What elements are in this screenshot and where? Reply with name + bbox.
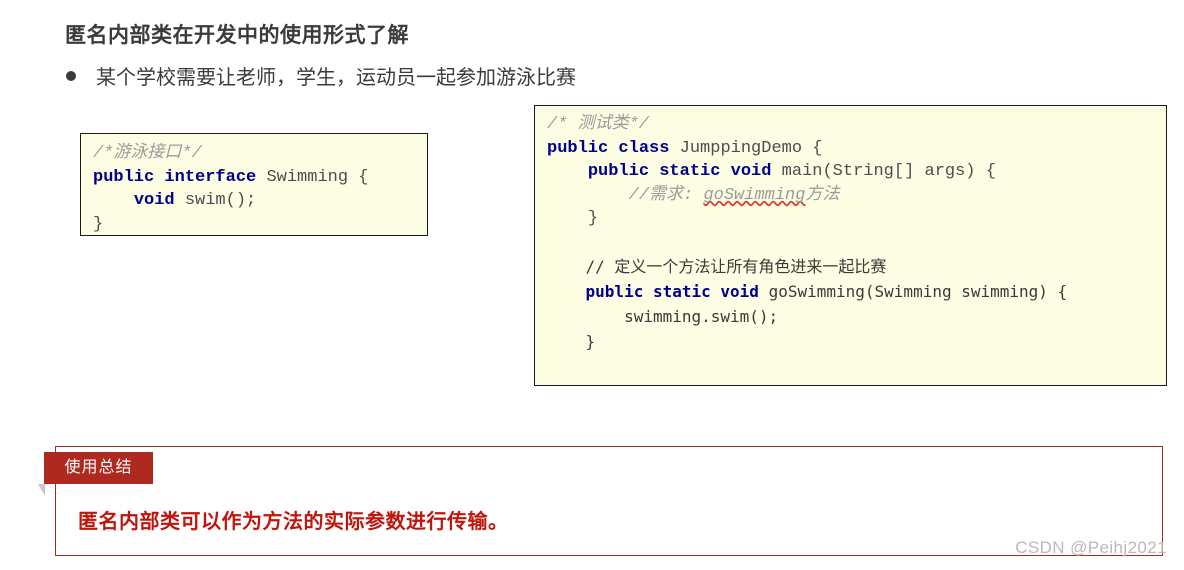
code-comment-prefix: //需求: (628, 185, 704, 205)
watermark: CSDN @Peihj2021 (1015, 538, 1167, 557)
keyword-interface: interface (164, 167, 257, 187)
bullet-item-label: 某个学校需要让老师，学生，运动员一起参加游泳比赛 (96, 67, 576, 89)
code-identifier: goSwimming(Swimming swimming) { (758, 282, 1068, 301)
code-line: } (93, 213, 417, 236)
keyword-static: static (659, 162, 721, 181)
keyword-class: class (618, 138, 670, 158)
code-line: /*游泳接口*/ (93, 142, 417, 166)
code-line: //需求: goSwimming方法 (547, 184, 1156, 208)
code-line: public class JumppingDemo { (547, 137, 1156, 161)
keyword-public: public (587, 162, 650, 181)
code-line: } (547, 379, 1156, 385)
keyword-public: public (585, 282, 644, 301)
code-block-demo-class: /* 测试类*/ public class JumppingDemo { pub… (534, 105, 1167, 386)
code-comment-misspelled-word: goSwimming (703, 185, 806, 205)
summary-body-text: 匿名内部类可以作为方法的实际参数进行传输。 (78, 511, 509, 533)
code-identifier: Swimming { (256, 167, 369, 187)
keyword-void: void (133, 191, 175, 210)
keyword-static: static (652, 282, 711, 301)
code-line: } (547, 207, 1156, 231)
summary-tab-label: 使用总结 (44, 452, 153, 484)
code-comment: //需求: goSwimming方法 (629, 186, 840, 205)
bullet-dot-icon (66, 70, 76, 81)
code-comment-suffix: 方法 (805, 185, 840, 205)
code-line: // 定义一个方法让所有角色进来一起比赛 (547, 254, 1156, 279)
code-line: public static void goSwimming(Swimming s… (547, 279, 1156, 304)
code-brace: } (587, 209, 599, 228)
keyword-void: void (720, 282, 759, 301)
code-comment: /* 测试类*/ (547, 115, 650, 134)
summary-tab-shadow (38, 484, 45, 496)
code-line: void swim(); (93, 189, 417, 213)
code-statement: swimming.swim(); (624, 307, 779, 326)
summary-panel (55, 446, 1163, 556)
code-line: public interface Swimming { (93, 166, 417, 190)
code-identifier: JumppingDemo { (669, 138, 823, 158)
code-block-interface: /*游泳接口*/ public interface Swimming { voi… (80, 133, 428, 236)
code-identifier: swim(); (174, 191, 257, 210)
code-line: public static void main(String[] args) { (547, 160, 1156, 184)
code-line: swimming.swim(); (547, 304, 1156, 329)
code-identifier: main(String[] args) { (771, 162, 996, 181)
keyword-public: public (93, 167, 155, 187)
keyword-void: void (730, 162, 772, 181)
bullet-item: 某个学校需要让老师，学生，运动员一起参加游泳比赛 (66, 61, 576, 90)
code-brace: } (93, 214, 104, 234)
keyword-public: public (547, 138, 609, 158)
code-line: } (547, 329, 1156, 354)
code-comment: // 定义一个方法让所有角色进来一起比赛 (585, 257, 887, 276)
code-brace: } (547, 382, 557, 385)
page-title: 匿名内部类在开发中的使用形式了解 (65, 24, 409, 47)
code-line: /* 测试类*/ (547, 113, 1156, 137)
code-brace: } (585, 332, 596, 351)
code-comment: /*游泳接口*/ (93, 144, 202, 163)
